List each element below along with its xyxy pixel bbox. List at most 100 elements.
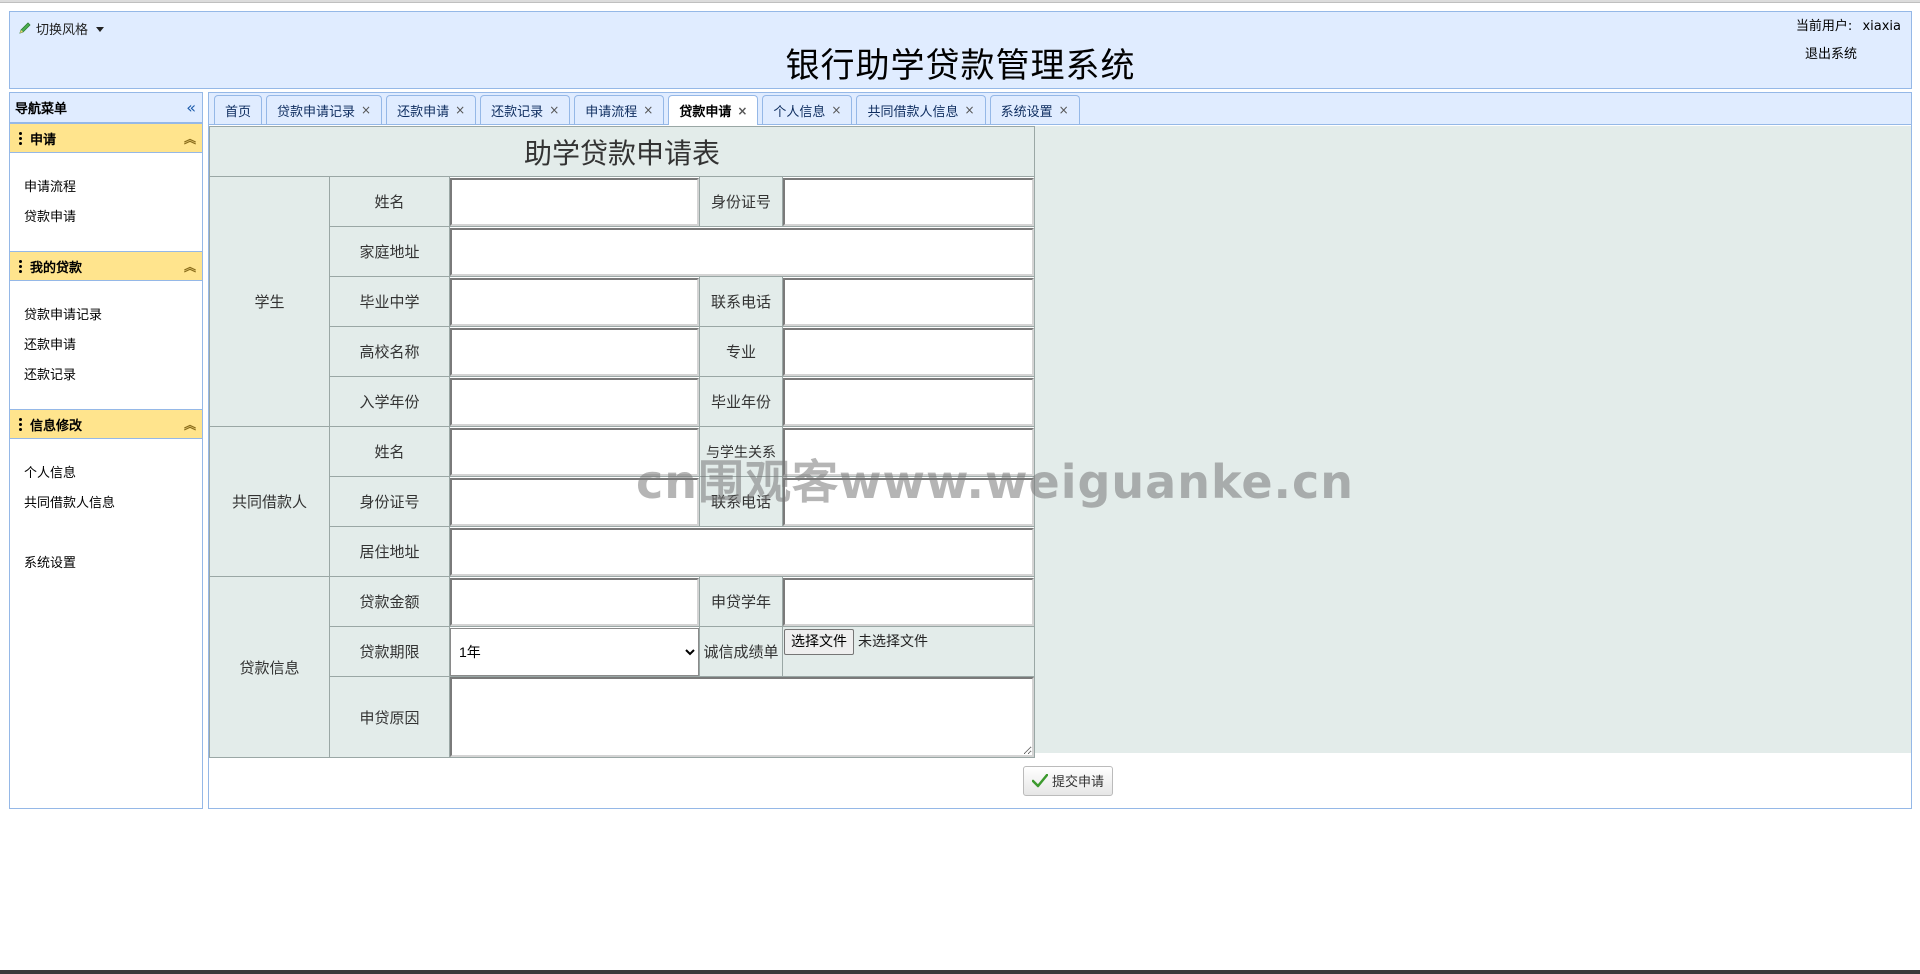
current-user-info: 当前用户: xiaxia	[1796, 15, 1901, 34]
school-year-input[interactable]	[783, 577, 1035, 626]
co-id-input[interactable]	[450, 477, 699, 526]
close-icon[interactable]: ×	[831, 103, 841, 117]
sidebar-item-spacer	[10, 519, 202, 549]
label-enroll-year: 入学年份	[329, 376, 450, 427]
sidebar-item-co-borrower-info[interactable]: 共同借款人信息	[10, 489, 202, 519]
sidebar-item-loan-apply[interactable]: 贷款申请	[10, 203, 202, 233]
tab-apply-process[interactable]: 申请流程 ×	[574, 95, 665, 124]
tab-home[interactable]: 首页	[214, 95, 263, 124]
sidebar-header: 导航菜单 «	[10, 93, 202, 123]
tab-label: 贷款申请记录	[277, 104, 356, 120]
sidebar-item-repay-records[interactable]: 还款记录	[10, 361, 202, 391]
close-icon[interactable]: ×	[643, 103, 653, 117]
tab-label: 首页	[225, 104, 252, 120]
chevron-up-icon[interactable]: ︽	[184, 416, 196, 433]
residence-input[interactable]	[450, 527, 1035, 576]
label-amount: 贷款金额	[329, 576, 450, 627]
close-icon[interactable]: ×	[361, 103, 371, 117]
current-user-name: xiaxia	[1862, 19, 1901, 34]
co-phone-input[interactable]	[783, 477, 1035, 526]
label-major: 专业	[699, 326, 783, 377]
nav-group-body: 个人信息 共同借款人信息 系统设置	[10, 439, 202, 597]
section-student: 学生	[209, 176, 330, 427]
caret-down-icon	[96, 26, 105, 32]
nav-group-title: 申请	[30, 132, 57, 148]
close-icon[interactable]: ×	[455, 103, 465, 117]
loan-application-form: 助学贷款申请表 学生 姓名 身份证号 家庭地址 毕业中学 联系电话 高校名称 专…	[208, 126, 1036, 758]
close-icon[interactable]: ×	[1059, 103, 1069, 117]
label-student-id: 身份证号	[699, 176, 783, 227]
grad-year-input[interactable]	[783, 377, 1035, 426]
label-home-address: 家庭地址	[329, 226, 450, 277]
section-loan-info: 贷款信息	[209, 576, 330, 758]
tab-system-settings[interactable]: 系统设置 ×	[989, 95, 1080, 124]
grip-icon	[19, 131, 22, 145]
style-switch-label: 切换风格	[36, 22, 89, 38]
submit-label: 提交申请	[1051, 775, 1104, 790]
label-reason: 申贷原因	[329, 676, 450, 758]
credit-report-file-cell: 选择文件 未选择文件	[781, 626, 1036, 677]
style-switch-menu[interactable]: 切换风格	[18, 18, 105, 38]
nav-group-info-edit[interactable]: 信息修改 ︽	[10, 409, 202, 439]
close-icon[interactable]: ×	[549, 103, 559, 117]
tab-repay-apply[interactable]: 还款申请 ×	[386, 95, 477, 124]
close-icon[interactable]: ×	[737, 104, 747, 118]
sidebar-item-personal-info[interactable]: 个人信息	[10, 459, 202, 489]
label-term: 贷款期限	[329, 626, 450, 677]
tab-loan-apply[interactable]: 贷款申请 ×	[668, 95, 759, 125]
enroll-year-input[interactable]	[450, 377, 699, 426]
sidebar-title: 导航菜单	[15, 102, 68, 117]
home-address-input[interactable]	[450, 227, 1035, 276]
choose-file-button[interactable]: 选择文件	[784, 629, 854, 655]
tab-label: 个人信息	[773, 104, 826, 120]
grip-icon	[19, 417, 22, 431]
sidebar-item-apply-process[interactable]: 申请流程	[10, 173, 202, 203]
reason-textarea[interactable]	[450, 677, 1035, 757]
collapse-left-icon[interactable]: «	[186, 98, 196, 117]
tab-repay-records[interactable]: 还款记录 ×	[480, 95, 571, 124]
chevron-up-icon[interactable]: ︽	[184, 130, 196, 147]
student-name-input[interactable]	[450, 177, 699, 226]
section-co-borrower: 共同借款人	[209, 426, 330, 577]
nav-group-body: 贷款申请记录 还款申请 还款记录	[10, 281, 202, 409]
student-phone-input[interactable]	[783, 277, 1035, 326]
pencil-icon	[19, 22, 31, 34]
submit-row: 提交申请	[209, 753, 1911, 808]
sidebar-item-loan-records[interactable]: 贷款申请记录	[10, 301, 202, 331]
close-icon[interactable]: ×	[965, 103, 975, 117]
tab-label: 还款申请	[397, 104, 450, 120]
nav-group-title: 我的贷款	[30, 260, 83, 276]
tab-loan-records[interactable]: 贷款申请记录 ×	[266, 95, 383, 124]
relation-input[interactable]	[783, 427, 1035, 476]
tab-label: 共同借款人信息	[867, 104, 959, 120]
university-input[interactable]	[450, 327, 699, 376]
label-grad-year: 毕业年份	[699, 376, 783, 427]
major-input[interactable]	[783, 327, 1035, 376]
tab-label: 贷款申请	[679, 105, 732, 120]
co-name-input[interactable]	[450, 427, 699, 476]
student-id-input[interactable]	[783, 177, 1035, 226]
nav-group-body: 申请流程 贷款申请	[10, 153, 202, 251]
sidebar-item-system-settings[interactable]: 系统设置	[10, 549, 202, 579]
label-co-id: 身份证号	[329, 476, 450, 527]
amount-input[interactable]	[450, 577, 699, 626]
check-icon	[1031, 773, 1048, 787]
system-title: 银行助学贷款管理系统	[785, 46, 1136, 86]
tabs-bar: 首页 贷款申请记录 × 还款申请 × 还款记录 × 申请流程 × 贷款申请 ×	[209, 93, 1911, 125]
term-select[interactable]: 1年	[450, 627, 699, 676]
tab-co-borrower-info[interactable]: 共同借款人信息 ×	[856, 95, 986, 124]
nav-group-apply[interactable]: 申请 ︽	[10, 123, 202, 153]
tab-personal-info[interactable]: 个人信息 ×	[762, 95, 853, 124]
top-rule	[0, 0, 1920, 3]
sidebar-item-repay-apply[interactable]: 还款申请	[10, 331, 202, 361]
logout-link[interactable]: 退出系统	[1805, 43, 1857, 62]
form-title: 助学贷款申请表	[208, 126, 1036, 177]
chevron-up-icon[interactable]: ︽	[184, 258, 196, 275]
tab-label: 申请流程	[585, 104, 638, 120]
label-student-name: 姓名	[329, 176, 450, 227]
label-student-phone: 联系电话	[699, 276, 783, 327]
submit-button[interactable]: 提交申请	[1022, 765, 1113, 796]
nav-group-my-loans[interactable]: 我的贷款 ︽	[10, 251, 202, 281]
main-panel: 首页 贷款申请记录 × 还款申请 × 还款记录 × 申请流程 × 贷款申请 ×	[208, 92, 1912, 809]
high-school-input[interactable]	[450, 277, 699, 326]
